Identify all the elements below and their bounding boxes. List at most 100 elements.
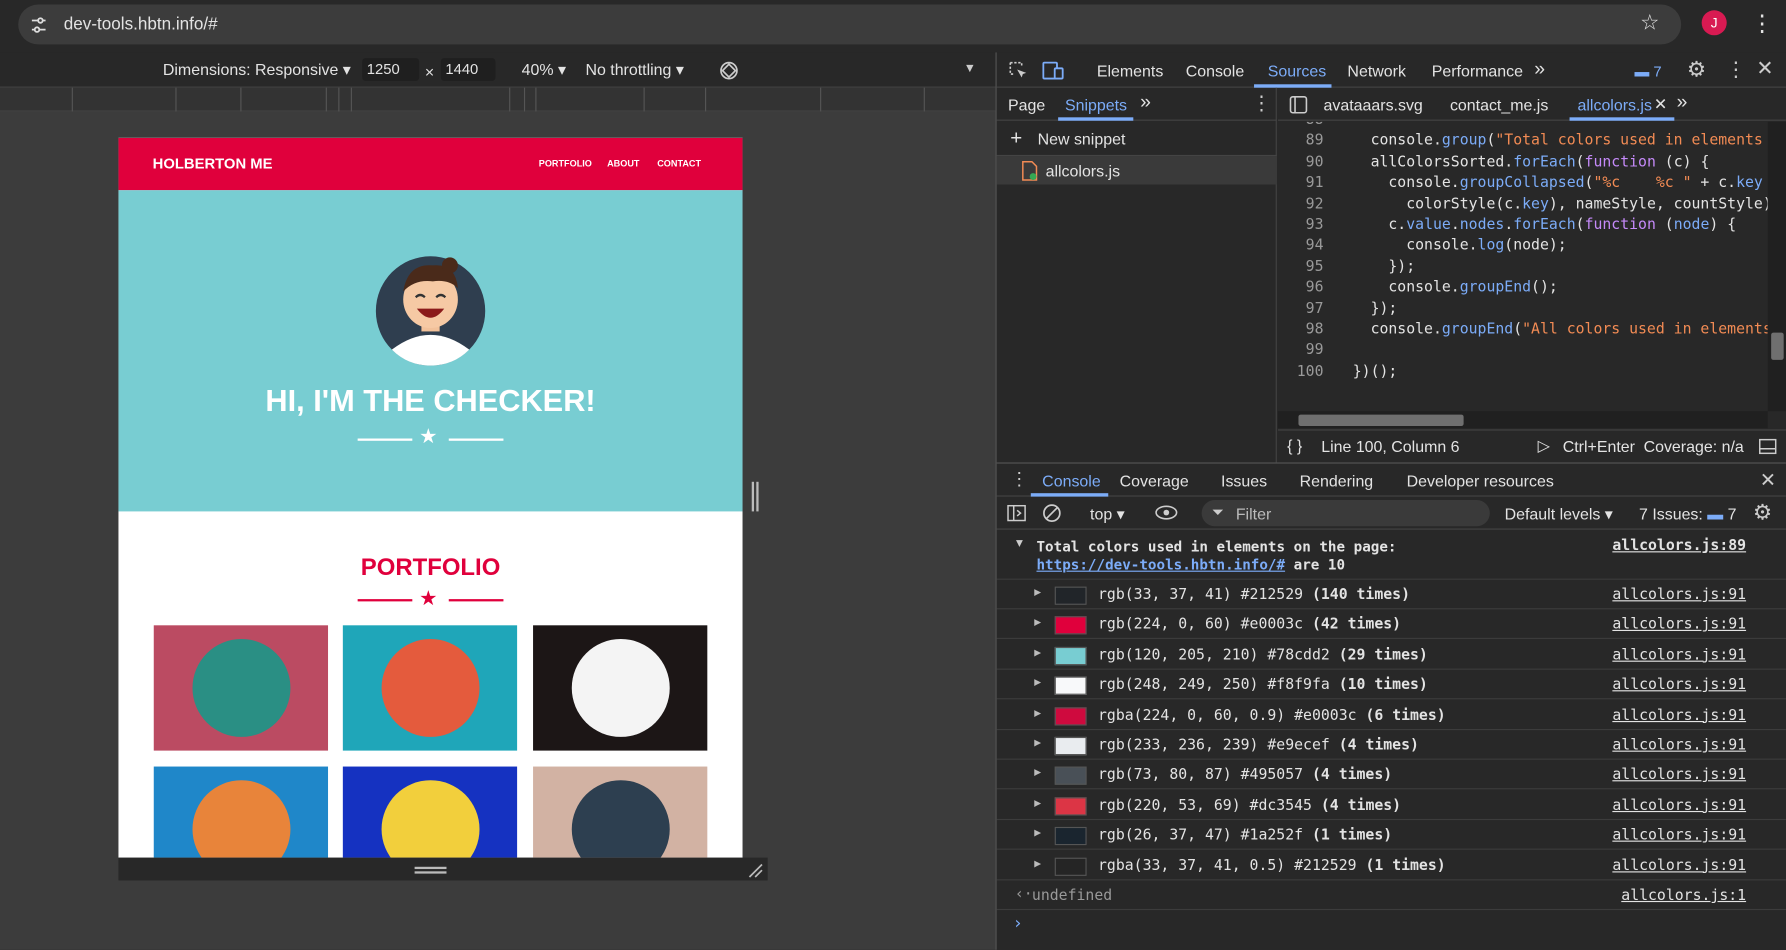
console-color-row[interactable]: ▶ rgb(33, 37, 41) #212529 (140 times) allc… xyxy=(996,580,1786,610)
console-settings-gear-icon[interactable]: ⚙ xyxy=(1753,500,1772,526)
more-tabs-icon[interactable]: » xyxy=(1677,91,1688,114)
line-number[interactable]: 90 xyxy=(1278,154,1324,171)
editor-tab-allcolors[interactable]: allcolors.js xyxy=(1578,96,1652,114)
expand-arrow-icon[interactable]: ▶ xyxy=(1034,707,1041,720)
drawer-menu-icon[interactable]: ⋮ xyxy=(1010,468,1028,491)
clear-console-icon[interactable] xyxy=(1042,503,1061,522)
source-link[interactable]: allcolors.js:91 xyxy=(1612,707,1746,724)
throttling-select[interactable]: No throttling ▾ xyxy=(585,60,683,79)
expand-arrow-icon[interactable]: ▶ xyxy=(1034,737,1041,750)
issues-counter[interactable]: ▬ 7 xyxy=(1634,63,1661,80)
live-expression-eye-icon[interactable] xyxy=(1155,505,1178,521)
height-input[interactable]: 1440 xyxy=(440,58,496,81)
sidebar-toggle-icon[interactable] xyxy=(1007,504,1026,522)
drawer-toggle-icon[interactable] xyxy=(1759,438,1777,455)
line-number[interactable]: 96 xyxy=(1278,279,1324,296)
address-bar[interactable] xyxy=(18,4,1682,45)
expand-arrow-icon[interactable]: ▶ xyxy=(1034,797,1041,810)
resize-handle-bottom[interactable] xyxy=(118,857,768,881)
pretty-print-button[interactable]: { } xyxy=(1287,436,1302,454)
drawer-tab-developer-resources[interactable]: Developer resources xyxy=(1407,472,1554,490)
console-color-row[interactable]: ▶ rgb(248, 249, 250) #f8f9fa (10 times) al… xyxy=(996,670,1786,700)
expand-arrow-icon[interactable]: ▶ xyxy=(1034,827,1041,840)
tab-sources[interactable]: Sources xyxy=(1268,62,1326,80)
source-link[interactable]: allcolors.js:89 xyxy=(1612,538,1746,555)
customize-menu-icon[interactable]: ⋮ xyxy=(1726,58,1747,82)
site-settings-icon[interactable] xyxy=(28,15,49,36)
navigator-menu-icon[interactable]: ⋮ xyxy=(1252,92,1271,115)
close-tab-icon[interactable]: ✕ xyxy=(1654,95,1667,114)
console-group-header[interactable]: ▼ Total colors used in elements on the p… xyxy=(996,530,1786,580)
console-color-row[interactable]: ▶ rgb(120, 205, 210) #78cdd2 (29 times) al… xyxy=(996,640,1786,670)
portfolio-item[interactable] xyxy=(342,625,518,751)
run-snippet-icon[interactable]: ▷ xyxy=(1538,436,1550,455)
source-link[interactable]: allcolors.js:91 xyxy=(1612,857,1746,874)
close-drawer-icon[interactable]: ✕ xyxy=(1760,469,1776,492)
portfolio-item[interactable] xyxy=(153,766,329,858)
console-prompt-icon[interactable]: › xyxy=(1013,912,1023,933)
editor-tab-contact-me[interactable]: contact_me.js xyxy=(1450,96,1548,114)
portfolio-item[interactable] xyxy=(533,766,708,858)
site-brand[interactable]: HOLBERTON ME xyxy=(153,155,273,172)
console-color-row[interactable]: ▶ rgb(220, 53, 69) #dc3545 (4 times) allco… xyxy=(996,790,1786,820)
log-levels-select[interactable]: Default levels ▾ xyxy=(1505,505,1613,524)
nav-contact[interactable]: CONTACT xyxy=(657,158,701,168)
context-select[interactable]: top ▾ xyxy=(1090,505,1125,524)
inspect-element-icon[interactable] xyxy=(1008,60,1029,81)
settings-gear-icon[interactable]: ⚙ xyxy=(1687,57,1706,83)
bookmark-star-icon[interactable]: ☆ xyxy=(1640,10,1659,36)
source-link[interactable]: allcolors.js:91 xyxy=(1612,617,1746,634)
nav-about[interactable]: ABOUT xyxy=(607,158,639,168)
console-color-row[interactable]: ▶ rgba(224, 0, 60, 0.9) #e0003c (6 times)… xyxy=(996,700,1786,730)
source-link[interactable]: allcolors.js:91 xyxy=(1612,797,1746,814)
width-input[interactable]: 1250 xyxy=(362,58,420,81)
expand-arrow-icon[interactable]: ▼ xyxy=(1016,538,1023,551)
expand-arrow-icon[interactable]: ▶ xyxy=(1034,617,1041,630)
device-options-icon[interactable]: ▼ xyxy=(964,62,976,76)
run-snippet-shortcut[interactable]: Ctrl+Enter xyxy=(1563,437,1635,455)
dimensions-select[interactable]: Dimensions: Responsive ▾ xyxy=(163,60,351,79)
source-link[interactable]: allcolors.js:91 xyxy=(1612,647,1746,664)
drawer-tab-coverage[interactable]: Coverage xyxy=(1120,472,1189,490)
media-query-ruler[interactable] xyxy=(0,87,996,112)
line-number[interactable]: 93 xyxy=(1278,216,1324,233)
console-color-row[interactable]: ▶ rgb(73, 80, 87) #495057 (4 times) allcol… xyxy=(996,760,1786,790)
source-link[interactable]: allcolors.js:91 xyxy=(1612,737,1746,754)
line-number[interactable]: 100 xyxy=(1278,363,1324,380)
more-tabs-icon[interactable]: » xyxy=(1140,91,1151,114)
close-devtools-icon[interactable]: ✕ xyxy=(1756,57,1773,81)
tab-performance[interactable]: Performance xyxy=(1432,62,1523,80)
expand-arrow-icon[interactable]: ▶ xyxy=(1034,677,1041,690)
nav-portfolio[interactable]: PORTFOLIO xyxy=(539,158,592,168)
expand-arrow-icon[interactable]: ▶ xyxy=(1034,647,1041,660)
line-number[interactable]: 89 xyxy=(1278,133,1324,150)
more-menu-icon[interactable]: ⋮ xyxy=(1751,9,1774,37)
horizontal-scrollbar[interactable] xyxy=(1277,411,1768,429)
console-color-row[interactable]: ▶ rgb(26, 37, 47) #1a252f (1 times) allcol… xyxy=(996,820,1786,850)
zoom-select[interactable]: 40% ▾ xyxy=(522,60,566,79)
drawer-tab-rendering[interactable]: Rendering xyxy=(1300,472,1374,490)
device-toggle-icon[interactable] xyxy=(1042,60,1065,81)
console-color-row[interactable]: ▶ rgba(33, 37, 41, 0.5) #212529 (1 times)… xyxy=(996,850,1786,880)
vertical-scrollbar[interactable] xyxy=(1767,121,1786,412)
nav-tab-snippets[interactable]: Snippets xyxy=(1065,96,1127,114)
expand-arrow-icon[interactable]: ▶ xyxy=(1034,857,1041,870)
filter-input[interactable]: ⏷ Filter xyxy=(1201,500,1490,527)
resize-handle-right[interactable] xyxy=(742,137,768,858)
source-link[interactable]: allcolors.js:91 xyxy=(1612,677,1746,694)
line-number[interactable]: 94 xyxy=(1278,237,1324,254)
line-number[interactable]: 99 xyxy=(1278,342,1324,359)
editor-tab-avataaars[interactable]: avataaars.svg xyxy=(1324,96,1423,114)
issues-link[interactable]: 7 Issues: ▬ 7 xyxy=(1639,505,1737,523)
drawer-tab-issues[interactable]: Issues xyxy=(1221,472,1267,490)
portfolio-item[interactable] xyxy=(153,625,329,751)
source-link[interactable]: allcolors.js:1 xyxy=(1621,887,1746,904)
toggle-navigator-icon[interactable] xyxy=(1289,96,1308,114)
new-snippet-button[interactable]: New snippet xyxy=(1038,130,1126,148)
portfolio-item[interactable] xyxy=(342,766,518,858)
line-number[interactable]: 98 xyxy=(1278,321,1324,338)
tab-elements[interactable]: Elements xyxy=(1097,62,1163,80)
snippet-item[interactable]: allcolors.js xyxy=(996,156,1277,185)
line-number[interactable]: 88 xyxy=(1278,122,1324,129)
tab-console[interactable]: Console xyxy=(1186,62,1245,80)
